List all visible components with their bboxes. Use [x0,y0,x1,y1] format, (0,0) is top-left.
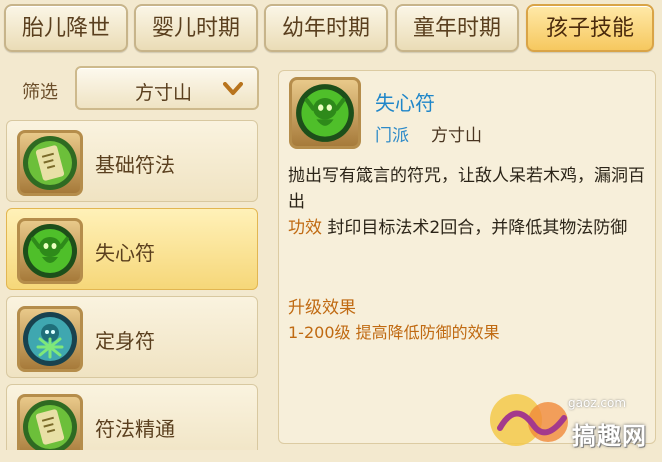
skill-name: 失心符 [95,241,155,265]
talisman-icon [17,130,83,196]
upgrade-title: 升级效果 [288,298,356,318]
effect-label: 功效 [288,218,322,238]
green-spirit-icon [17,218,83,284]
skill-name: 定身符 [95,329,155,353]
skill-item-basic-talisman[interactable]: 基础符法 [6,120,258,202]
school-filter-select[interactable]: 方寸山 [75,66,259,110]
skill-effect: 功效 封印目标法术2回合，并降低其物法防御 [288,215,648,241]
tab-child-skills[interactable]: 孩子技能 [526,4,654,52]
chevron-down-icon [223,82,243,95]
skill-title: 失心符 [375,91,435,115]
skill-item-talisman-mastery[interactable]: 符法精通 [6,384,258,450]
skill-name: 基础符法 [95,153,175,177]
watermark-url: gaoz.com [568,396,627,410]
tab-early-childhood[interactable]: 幼年时期 [264,4,388,52]
skill-description: 抛出写有箴言的符咒，让敌人呆若木鸡，漏洞百出 [288,166,645,212]
filter-selected-value: 方寸山 [135,82,193,104]
watermark-logo: gaoz.com 搞趣网 [486,382,656,458]
upgrade-text: 1-200级 提高降低防御的效果 [288,323,500,342]
skill-list: 基础符法 失心符 定身符 符法精通 [6,120,260,450]
skill-name: 符法精通 [95,417,175,441]
tab-fetal-birth[interactable]: 胎儿降世 [4,4,128,52]
talisman-icon [17,394,83,450]
tab-childhood[interactable]: 童年时期 [395,4,519,52]
school-value: 方寸山 [431,126,482,146]
tab-bar: 胎儿降世 婴儿时期 幼年时期 童年时期 孩子技能 [0,0,662,58]
watermark-text: 搞趣网 [572,422,647,450]
skill-item-mind-loss-talisman[interactable]: 失心符 [6,208,258,290]
effect-text: 封印目标法术2回合，并降低其物法防御 [327,218,628,238]
school-label: 门派 [375,126,409,146]
skill-item-immobilize-talisman[interactable]: 定身符 [6,296,258,378]
filter-label: 筛选 [22,82,58,103]
blue-spirit-icon [17,306,83,372]
green-spirit-icon [289,77,361,149]
tab-infancy[interactable]: 婴儿时期 [134,4,258,52]
